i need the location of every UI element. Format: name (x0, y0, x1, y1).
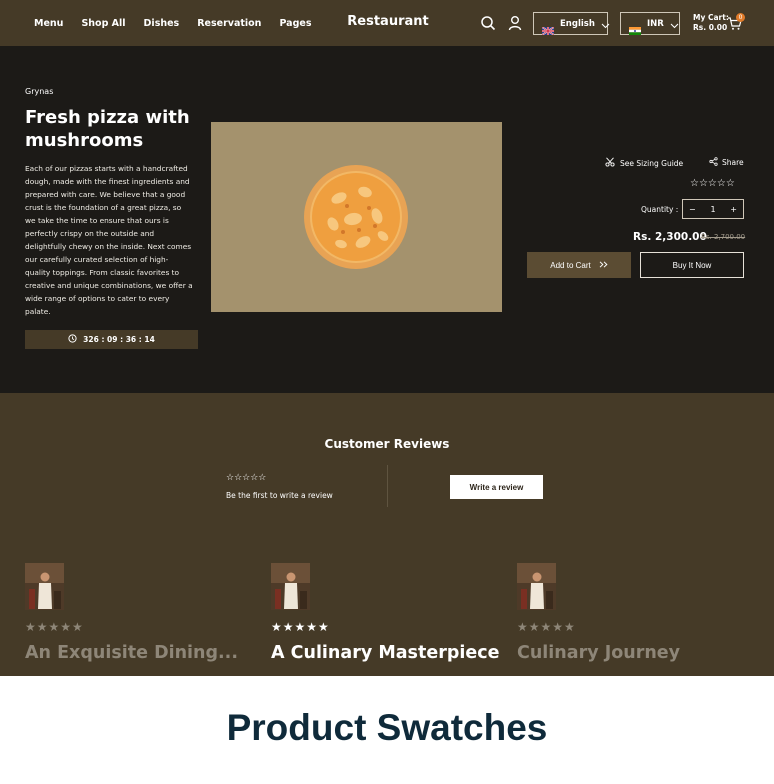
product-title: Fresh pizza with mushrooms (25, 107, 190, 151)
write-review-button[interactable]: Write a review (450, 475, 543, 499)
reviews-empty-text: Be the first to write a review (226, 491, 333, 500)
review-stars: ★★★★★ (25, 620, 84, 634)
cart-summary[interactable]: My Cart: Rs. 0.00 (693, 13, 729, 33)
scissors-icon (605, 157, 615, 169)
reviewer-photo (517, 563, 556, 610)
countdown-value: 326 : 09 : 36 : 14 (83, 335, 155, 344)
customer-reviews-section: Customer Reviews ☆☆☆☆☆ Be the first to w… (0, 393, 774, 676)
caption-heading: Product Swatches (226, 707, 548, 748)
quantity-decrease-button[interactable]: − (689, 205, 696, 214)
clock-icon (68, 334, 77, 345)
buy-now-label: Buy It Now (672, 260, 712, 270)
quantity-stepper: − 1 + (682, 199, 744, 219)
site-header: Menu Shop All Dishes Reservation Pages R… (0, 0, 774, 46)
buy-now-button[interactable]: Buy It Now (640, 252, 744, 278)
nav-shop-all[interactable]: Shop All (81, 18, 125, 29)
quantity-value[interactable]: 1 (710, 205, 715, 214)
reviewer-photo (271, 563, 310, 610)
review-stars: ★★★★★ (517, 620, 576, 634)
review-title: A Culinary Masterpiece (271, 643, 500, 663)
product-description: Each of our pizzas starts with a handcra… (25, 164, 193, 316)
review-stars: ★★★★★ (271, 620, 330, 634)
cart-amount: Rs. 0.00 (693, 23, 728, 32)
review-card[interactable]: ★★★★★ An Exquisite Dining... (25, 563, 265, 663)
countdown-timer: 326 : 09 : 36 : 14 (25, 330, 198, 349)
share-icon (709, 157, 718, 168)
add-to-cart-label: Add to Cart (550, 260, 591, 270)
reviews-empty-stars: ☆☆☆☆☆ (226, 473, 267, 483)
nav-dishes[interactable]: Dishes (144, 18, 180, 29)
product-image[interactable] (211, 122, 502, 312)
compare-at-price: Rs. 2,700.00 (701, 233, 746, 241)
review-card[interactable]: ★★★★★ Culinary Journey (517, 563, 757, 663)
quantity-increase-button[interactable]: + (730, 205, 737, 214)
language-select[interactable]: English (533, 12, 610, 36)
search-icon[interactable] (480, 15, 496, 31)
product-section: Grynas Fresh pizza with mushrooms Each o… (0, 46, 774, 393)
reviews-title: Customer Reviews (324, 437, 450, 451)
brand-logo[interactable]: Restaurant (333, 14, 443, 29)
product-price: Rs. 2,300.00 (633, 231, 707, 243)
review-card[interactable]: ★★★★★ A Culinary Masterpiece (271, 563, 511, 663)
review-title: Culinary Journey (517, 643, 681, 663)
user-icon[interactable] (507, 15, 523, 31)
sizing-guide-label: See Sizing Guide (620, 158, 684, 168)
nav-pages[interactable]: Pages (279, 18, 311, 29)
share-link[interactable]: Share (709, 157, 744, 168)
uk-flag-icon (541, 20, 555, 36)
add-to-cart-button[interactable]: Add to Cart (527, 252, 631, 278)
reviewer-photo (25, 563, 64, 610)
product-rating-stars[interactable]: ☆☆☆☆☆ (690, 178, 735, 189)
store-page: Menu Shop All Dishes Reservation Pages R… (0, 0, 774, 676)
quantity-label: Quantity : (641, 205, 679, 214)
chevron-down-icon (670, 14, 679, 33)
main-nav: Menu Shop All Dishes Reservation Pages (34, 0, 329, 46)
chevron-down-icon (601, 14, 610, 33)
language-label: English (560, 18, 595, 29)
reviews-divider (387, 465, 388, 507)
cart-label: My Cart: (693, 13, 729, 22)
share-label: Share (722, 158, 744, 167)
nav-reservation[interactable]: Reservation (197, 18, 261, 29)
nav-menu[interactable]: Menu (34, 18, 63, 29)
review-title: An Exquisite Dining... (25, 643, 238, 663)
product-vendor: Grynas (25, 87, 54, 96)
currency-select[interactable]: INR (620, 12, 680, 35)
cart-count-badge: 0 (736, 13, 745, 22)
sizing-guide-link[interactable]: See Sizing Guide (605, 157, 683, 169)
currency-label: INR (647, 18, 664, 29)
double-chevron-right-icon (599, 260, 608, 270)
pizza-image (304, 165, 408, 269)
india-flag-icon (629, 20, 641, 35)
